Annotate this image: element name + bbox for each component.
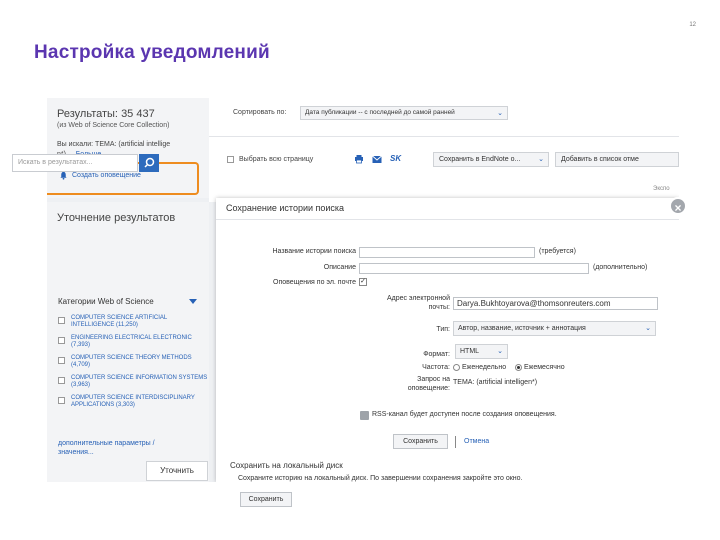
- frequency-label: Частота:: [422, 364, 450, 371]
- results-count: Результаты: 35 437: [57, 108, 155, 120]
- dialog-title: Сохранение истории поиска: [226, 203, 345, 213]
- slide-title: Настройка уведомлений: [34, 42, 270, 63]
- refine-button[interactable]: Уточнить: [146, 461, 208, 481]
- sort-select[interactable]: Дата публикации -- с последней до самой …: [300, 106, 508, 120]
- email-icon[interactable]: [372, 155, 382, 164]
- list-item[interactable]: COMPUTER SCIENCE INFORMATION SYSTEMS (3,…: [58, 375, 208, 389]
- alert-query-label: Запрос на оповещение:: [407, 376, 450, 392]
- rss-icon: [360, 411, 369, 420]
- chevron-down-icon: ⌄: [497, 110, 503, 117]
- list-item[interactable]: COMPUTER SCIENCE ARTIFICIAL INTELLIGENCE…: [58, 315, 208, 329]
- local-save-button[interactable]: Сохранить: [240, 492, 292, 507]
- checkbox[interactable]: [227, 156, 234, 163]
- required-note: (требуется): [539, 248, 576, 255]
- cancel-link[interactable]: Отмена: [464, 438, 489, 445]
- format-label: Формат:: [423, 351, 450, 358]
- refine-search-button[interactable]: [139, 154, 159, 172]
- checkbox[interactable]: [58, 357, 65, 364]
- email-field[interactable]: Darya.Bukhtoyarova@thomsonreuters.com: [453, 297, 658, 310]
- chevron-down-icon: ⌄: [497, 348, 503, 355]
- select-page-checkbox[interactable]: Выбрать всю страницу: [227, 156, 313, 163]
- format-select[interactable]: HTML ⌄: [455, 344, 508, 359]
- category-list: COMPUTER SCIENCE ARTIFICIAL INTELLIGENCE…: [58, 315, 208, 415]
- checkbox[interactable]: [58, 317, 65, 324]
- description-input[interactable]: [359, 263, 589, 274]
- checkbox[interactable]: [58, 337, 65, 344]
- list-item[interactable]: COMPUTER SCIENCE THEORY METHODS (4,709): [58, 355, 208, 369]
- history-name-input[interactable]: [359, 247, 535, 258]
- history-name-label: Название истории поиска: [272, 248, 356, 255]
- sort-label: Сортировать по:: [233, 109, 287, 116]
- search-icon: [144, 157, 155, 168]
- email-alerts-label: Оповещения по эл. почте: [273, 279, 356, 286]
- weekly-radio[interactable]: [453, 364, 460, 371]
- description-label: Описание: [323, 264, 356, 271]
- add-marked-list-button[interactable]: Добавить в список отме: [555, 152, 679, 167]
- save-endnote-select[interactable]: Сохранить в EndNote o... ⌄: [433, 152, 549, 167]
- bell-icon: [60, 171, 67, 180]
- results-toolbar: Сортировать по: Дата публикации -- с пос…: [209, 98, 679, 202]
- type-select[interactable]: Автор, название, источник + аннотация ⌄: [453, 321, 656, 336]
- triangle-down-icon[interactable]: [189, 299, 197, 304]
- email-alerts-checkbox[interactable]: ✓: [359, 278, 367, 286]
- export-label: Экспо: [653, 186, 670, 192]
- chevron-down-icon: ⌄: [645, 325, 651, 332]
- divider: [209, 136, 679, 137]
- weekly-label: Еженедельно: [462, 364, 507, 371]
- more-params-link[interactable]: дополнительные параметры / значения...: [58, 439, 188, 457]
- checkbox[interactable]: [58, 377, 65, 384]
- save-button[interactable]: Сохранить: [393, 434, 448, 449]
- local-save-text: Сохраните историю на локальный диск. По …: [238, 475, 523, 482]
- optional-note: (дополнительно): [593, 264, 648, 271]
- close-icon[interactable]: ×: [669, 197, 687, 215]
- divider: [216, 219, 679, 220]
- category-header[interactable]: Категории Web of Science: [58, 297, 154, 306]
- results-source: (из Web of Science Core Collection): [57, 122, 170, 129]
- chevron-down-icon: ⌄: [538, 156, 544, 163]
- refine-search-input[interactable]: Искать в результатах...: [12, 154, 138, 172]
- refine-title: Уточнение результатов: [57, 212, 176, 224]
- rss-text: RSS-канал будет доступен после создания …: [372, 411, 557, 418]
- create-alert-link[interactable]: Создать оповещение: [59, 171, 141, 180]
- print-icon[interactable]: [354, 154, 364, 164]
- list-item[interactable]: COMPUTER SCIENCE INTERDISCIPLINARY APPLI…: [58, 395, 208, 409]
- slide-number: 12: [689, 22, 696, 28]
- monthly-label: Ежемесячно: [524, 364, 565, 371]
- alert-query-value: ТЕМА: (artificial intelligen*): [453, 379, 538, 386]
- divider: [455, 436, 456, 448]
- type-label: Тип:: [436, 326, 450, 333]
- local-save-title: Сохранить на локальный диск: [230, 461, 343, 470]
- sk-icon[interactable]: SK: [390, 154, 401, 163]
- monthly-radio[interactable]: [515, 364, 522, 371]
- list-item[interactable]: ENGINEERING ELECTRICAL ELECTRONIC (7,393…: [58, 335, 208, 349]
- email-label: Адрес электронной почты:: [386, 295, 450, 311]
- checkbox[interactable]: [58, 397, 65, 404]
